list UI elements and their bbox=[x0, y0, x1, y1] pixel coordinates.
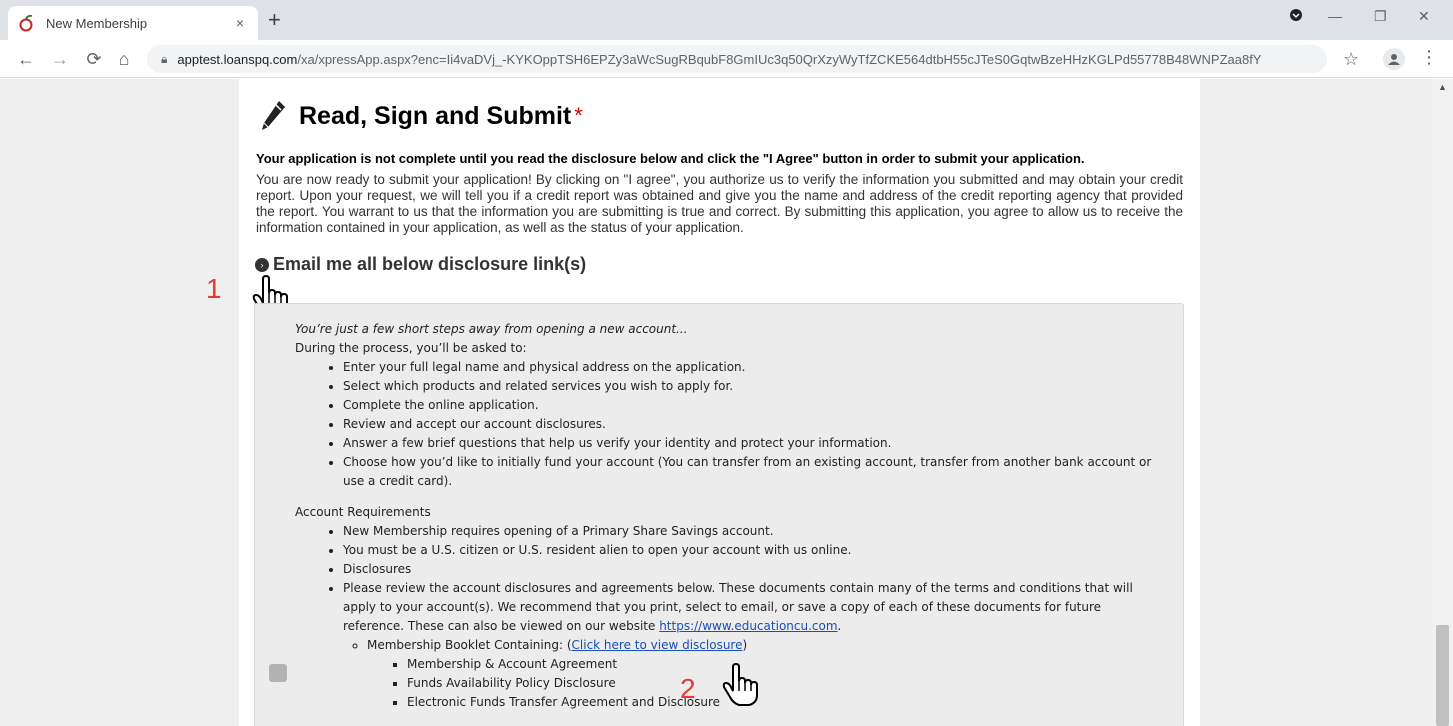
main-content: Read, Sign and Submit * Your application… bbox=[206, 79, 1200, 726]
profile-avatar-icon[interactable] bbox=[1383, 48, 1405, 70]
process-steps-list: Enter your full legal name and physical … bbox=[343, 358, 1165, 491]
chrome-profile-icon[interactable] bbox=[1290, 8, 1302, 24]
process-intro: During the process, you’ll be asked to: bbox=[295, 341, 527, 355]
tab-title: New Membership bbox=[46, 15, 148, 31]
vertical-scrollbar[interactable]: ▲ bbox=[1432, 79, 1453, 726]
menu-kebab-icon[interactable]: ⋮ bbox=[1420, 47, 1438, 68]
minimize-icon[interactable]: — bbox=[1328, 8, 1342, 24]
lock-icon: 🔒︎ bbox=[161, 51, 168, 66]
page-viewport: Read, Sign and Submit * Your application… bbox=[0, 79, 1432, 726]
browser-toolbar: ← → ⟳ ⌂ 🔒︎ apptest.loanspq.com/xa/xpress… bbox=[0, 40, 1453, 78]
list-item: Select which products and related servic… bbox=[343, 377, 1165, 396]
scroll-thumb[interactable] bbox=[1436, 625, 1449, 726]
browser-tab[interactable]: New Membership × bbox=[8, 6, 258, 40]
forward-icon[interactable]: → bbox=[48, 47, 72, 71]
list-item: Enter your full legal name and physical … bbox=[343, 358, 1165, 377]
disclosure-panel[interactable]: You’re just a few short steps away from … bbox=[254, 303, 1184, 726]
annotation-step-2: 2 bbox=[680, 673, 696, 704]
list-item: Answer a few brief questions that help u… bbox=[343, 434, 1165, 453]
list-item: Disclosures bbox=[343, 560, 1165, 579]
pencil-icon bbox=[262, 101, 285, 130]
scroll-up-arrow-icon[interactable]: ▲ bbox=[1438, 82, 1447, 92]
tab-close-icon[interactable]: × bbox=[232, 15, 248, 31]
website-link[interactable]: https://www.educationcu.com bbox=[659, 619, 837, 633]
back-icon[interactable]: ← bbox=[14, 47, 38, 71]
list-item: New Membership requires opening of a Pri… bbox=[343, 522, 1165, 541]
booklet-items: Membership & Account Agreement Funds Ava… bbox=[407, 655, 1165, 712]
consent-paragraph: You are now ready to submit your applica… bbox=[256, 172, 1183, 235]
email-disclosures-link[interactable]: › Email me all below disclosure link(s) bbox=[255, 254, 586, 275]
list-item: You must be a U.S. citizen or U.S. resid… bbox=[343, 541, 1165, 560]
page-title: Read, Sign and Submit bbox=[299, 101, 572, 130]
new-tab-button[interactable]: + bbox=[268, 9, 281, 31]
list-item: Review and accept our account disclosure… bbox=[343, 415, 1165, 434]
list-item: Membership & Account Agreement bbox=[407, 655, 1165, 674]
list-item: Complete the online application. bbox=[343, 396, 1165, 415]
requirements-title: Account Requirements bbox=[295, 505, 431, 519]
pointer-hand-icon bbox=[722, 663, 758, 706]
tab-bar: New Membership × + — ❐ ✕ bbox=[0, 0, 1453, 40]
bookmark-star-icon[interactable]: ☆ bbox=[1343, 49, 1359, 70]
url-text: apptest.loanspq.com/xa/xpressApp.aspx?en… bbox=[177, 51, 1262, 67]
restore-icon[interactable]: ❐ bbox=[1374, 8, 1387, 25]
apple-favicon-icon bbox=[19, 14, 33, 32]
list-item: Choose how you’d like to initially fund … bbox=[343, 453, 1165, 491]
chevron-right-circle-icon: › bbox=[255, 257, 269, 272]
section-heading: Read, Sign and Submit * bbox=[259, 99, 583, 133]
agree-checkbox[interactable] bbox=[269, 664, 287, 682]
reload-icon[interactable]: ⟳ bbox=[82, 47, 106, 71]
required-mark: * bbox=[574, 103, 583, 128]
close-window-icon[interactable]: ✕ bbox=[1418, 8, 1430, 25]
list-item: Funds Availability Policy Disclosure bbox=[407, 674, 1165, 693]
annotation-step-1: 1 bbox=[206, 273, 222, 304]
home-icon[interactable]: ⌂ bbox=[112, 47, 136, 71]
disclosure-text: You’re just a few short steps away from … bbox=[295, 320, 1165, 712]
booklet-list: Membership Booklet Containing: (Click he… bbox=[367, 636, 1165, 712]
disclosure-lead: You’re just a few short steps away from … bbox=[295, 322, 688, 336]
list-item: Membership Booklet Containing: (Click he… bbox=[367, 636, 1165, 712]
email-disclosures-label: Email me all below disclosure link(s) bbox=[273, 254, 587, 274]
address-bar[interactable]: 🔒︎ apptest.loanspq.com/xa/xpressApp.aspx… bbox=[147, 45, 1327, 73]
view-disclosure-link[interactable]: Click here to view disclosure bbox=[572, 638, 743, 652]
submit-notice: Your application is not complete until y… bbox=[256, 151, 1085, 166]
list-item: Electronic Funds Transfer Agreement and … bbox=[407, 693, 1165, 712]
booklet-label: Membership Booklet Containing: ( bbox=[367, 638, 572, 652]
